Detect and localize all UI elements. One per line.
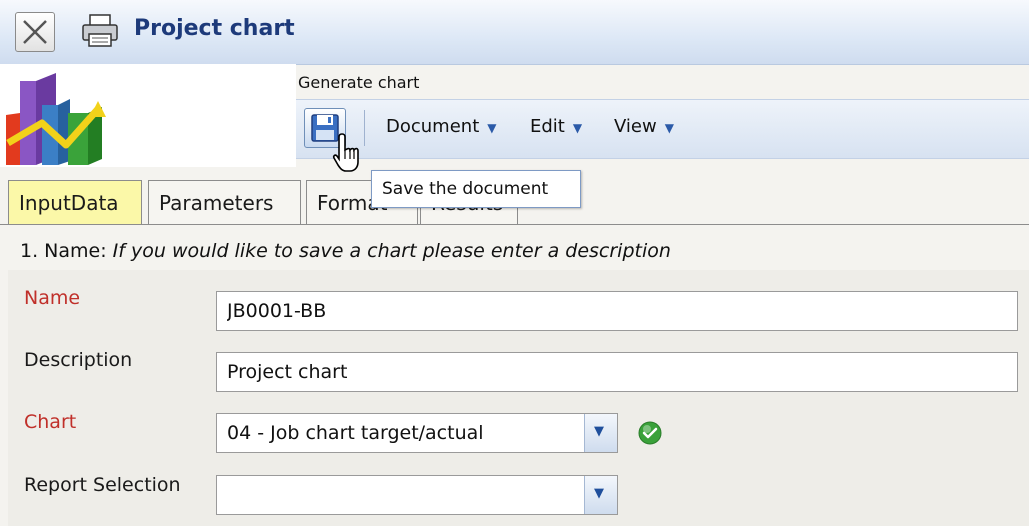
description-label: Description: [24, 349, 133, 371]
chart-select-value: 04 - Job chart target/actual: [227, 422, 484, 444]
chevron-down-icon: ▼: [572, 121, 583, 135]
generate-chart-label: Generate chart: [298, 73, 420, 92]
report-dropdown-button[interactable]: ▼: [584, 476, 617, 514]
save-tooltip: Save the document: [371, 170, 581, 208]
section-heading: 1. Name: If you would like to save a cha…: [20, 240, 671, 262]
tab-parameters[interactable]: Parameters: [148, 180, 301, 224]
report-selection-select[interactable]: ▼: [216, 475, 618, 515]
chevron-down-icon: ▼: [487, 121, 497, 135]
close-button[interactable]: [15, 12, 55, 52]
menu-document-label: Document: [386, 116, 480, 137]
window-title: Project chart: [134, 16, 295, 41]
chart-label: Chart: [24, 411, 77, 433]
tabs-divider: [0, 224, 1029, 225]
description-field[interactable]: [216, 352, 1018, 392]
title-bar: Project chart: [0, 0, 1029, 65]
chevron-down-icon: ▼: [594, 424, 604, 439]
chart-logo-icon: [6, 73, 106, 165]
chevron-down-icon: ▼: [664, 121, 674, 135]
menu-edit[interactable]: Edit ▼: [530, 116, 582, 137]
close-icon: [23, 20, 47, 44]
menu-document[interactable]: Document ▼: [386, 116, 497, 137]
logo-area: [0, 64, 296, 167]
chevron-down-icon: ▼: [594, 486, 604, 501]
menu-view[interactable]: View ▼: [614, 116, 674, 137]
check-circle-icon: [638, 421, 662, 445]
name-field[interactable]: [216, 291, 1018, 331]
chart-select[interactable]: 04 - Job chart target/actual ▼: [216, 413, 618, 453]
tab-inputdata[interactable]: InputData: [8, 180, 142, 224]
toolbar: Document ▼ Edit ▼ View ▼: [296, 99, 1029, 159]
report-selection-label: Report Selection: [24, 474, 181, 496]
section-prefix: 1. Name:: [20, 240, 113, 262]
menu-edit-label: Edit: [530, 116, 565, 137]
menu-view-label: View: [614, 116, 657, 137]
print-icon[interactable]: [80, 13, 120, 49]
section-hint: If you would like to save a chart please…: [112, 240, 671, 262]
chart-dropdown-button[interactable]: ▼: [584, 414, 617, 452]
name-label: Name: [24, 287, 81, 309]
hand-cursor-icon: [332, 133, 359, 172]
